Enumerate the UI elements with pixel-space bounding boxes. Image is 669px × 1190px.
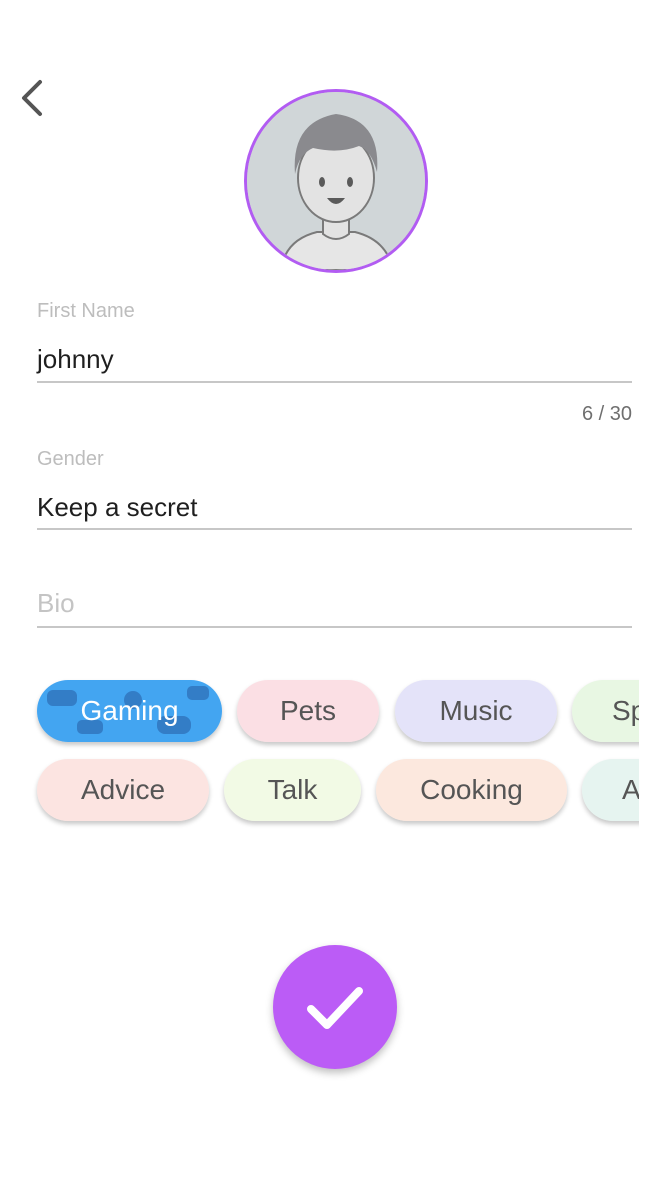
back-button[interactable] <box>18 76 54 120</box>
chip-label: Pets <box>279 695 337 726</box>
chip-music[interactable]: Music <box>395 680 557 742</box>
chip-label: Talk <box>267 774 318 805</box>
chip-label: A <box>622 774 639 805</box>
chip-label: Cooking <box>420 774 523 805</box>
confirm-button[interactable] <box>273 945 397 1069</box>
first-name-char-counter: 6 / 30 <box>581 403 632 425</box>
chip-sp[interactable]: Sp <box>572 680 639 742</box>
first-name-label: First Name <box>37 300 135 322</box>
chip-label: Gaming <box>80 695 179 726</box>
chip-talk[interactable]: Talk <box>224 759 361 821</box>
chip-label: Music <box>439 695 513 726</box>
chip-label: Sp <box>612 695 639 726</box>
gender-value[interactable]: Keep a secret <box>37 492 197 523</box>
chip-advice[interactable]: Advice <box>37 759 209 821</box>
interest-chips: Gaming Pets Music Sp Advice Talk Cooking… <box>0 672 639 837</box>
bio-underline <box>37 626 632 628</box>
first-name-input[interactable]: johnny <box>37 344 114 375</box>
gender-underline <box>37 528 632 530</box>
chip-cooking[interactable]: Cooking <box>376 759 567 821</box>
checkmark-icon <box>307 987 363 1029</box>
chip-pets[interactable]: Pets <box>237 680 379 742</box>
gender-field[interactable]: Gender Keep a secret <box>37 448 632 532</box>
chevron-left-icon <box>22 80 42 116</box>
gender-label: Gender <box>37 448 104 470</box>
profile-avatar[interactable] <box>244 89 428 273</box>
bio-input[interactable]: Bio <box>37 588 75 619</box>
first-name-underline <box>37 381 632 383</box>
chip-a[interactable]: A <box>582 759 639 821</box>
chip-label: Advice <box>80 774 166 805</box>
first-name-field[interactable]: First Name johnny <box>37 300 632 385</box>
chip-gaming[interactable]: Gaming <box>37 680 222 742</box>
user-avatar-icon <box>247 92 425 270</box>
